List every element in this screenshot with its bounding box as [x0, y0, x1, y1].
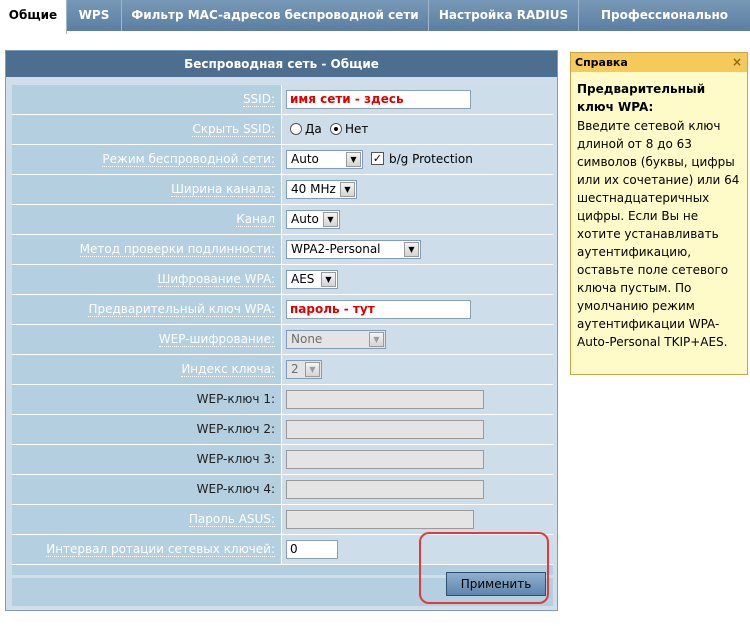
- wpa-psk-label[interactable]: Предварительный ключ WPA:: [88, 302, 275, 317]
- asus-password-label[interactable]: Пароль ASUS:: [188, 512, 275, 527]
- close-icon[interactable]: ×: [732, 53, 742, 72]
- wep-key-3-input[interactable]: [286, 450, 484, 469]
- row-auth-method: Метод проверки подлинности: WPA2-Persona…: [12, 235, 553, 265]
- hide-ssid-no-label: Нет: [345, 122, 369, 136]
- wep-encryption-select[interactable]: None ▼: [286, 330, 386, 349]
- wep-key-4-input[interactable]: [286, 480, 484, 499]
- wireless-mode-value: Auto: [291, 152, 319, 166]
- row-wpa-psk: Предварительный ключ WPA: пароль - тут: [12, 295, 553, 325]
- wpa-encryption-select[interactable]: AES ▼: [286, 270, 338, 289]
- row-wep-key-3: WEP-ключ 3:: [12, 445, 553, 475]
- wep-key-2-input[interactable]: [286, 420, 484, 439]
- tab-professional[interactable]: Профессионально: [579, 0, 750, 31]
- chevron-down-icon: ▼: [305, 362, 320, 377]
- channel-label[interactable]: Канал: [236, 212, 275, 227]
- row-wep-key-1: WEP-ключ 1:: [12, 385, 553, 415]
- chevron-down-icon: ▼: [321, 272, 336, 287]
- channel-select[interactable]: Auto ▼: [286, 210, 340, 229]
- bg-protection-label: b/g Protection: [389, 152, 473, 166]
- row-key-index: Индекс ключа: 2 ▼: [12, 355, 553, 385]
- hide-ssid-no-radio[interactable]: [330, 123, 342, 135]
- wireless-mode-select[interactable]: Auto ▼: [286, 150, 363, 169]
- tab-general[interactable]: Общие: [0, 0, 67, 34]
- key-index-select[interactable]: 2 ▼: [286, 360, 322, 379]
- wpa-psk-input[interactable]: пароль - тут: [286, 300, 471, 319]
- help-header-title: Справка: [575, 56, 628, 69]
- wep-encryption-value: None: [291, 332, 323, 346]
- wep-key-1-label: WEP-ключ 1:: [196, 392, 275, 406]
- row-wep-encryption: WEP-шифрование: None ▼: [12, 325, 553, 355]
- wep-key-2-label: WEP-ключ 2:: [196, 422, 275, 436]
- help-title: Предварительный ключ WPA:: [577, 82, 706, 114]
- wireless-general-panel: Беспроводная сеть - Общие SSID: имя сети…: [5, 50, 558, 611]
- chevron-down-icon: ▼: [369, 332, 384, 347]
- row-wep-key-4: WEP-ключ 4:: [12, 475, 553, 505]
- wpa-encryption-label[interactable]: Шифрование WPA:: [157, 272, 275, 287]
- ssid-label[interactable]: SSID:: [242, 92, 275, 107]
- key-index-value: 2: [291, 362, 299, 376]
- hide-ssid-yes-label: Да: [305, 122, 322, 136]
- channel-width-value: 40 MHz: [291, 182, 336, 196]
- tab-radius[interactable]: Настройка RADIUS: [429, 0, 579, 31]
- row-wireless-mode: Режим беспроводной сети: Auto ▼ ✓ b/g Pr…: [12, 145, 553, 175]
- panel-title: Беспроводная сеть - Общие: [6, 51, 557, 77]
- key-rotation-input[interactable]: 0: [286, 540, 338, 559]
- bg-protection-checkbox[interactable]: ✓: [371, 152, 384, 165]
- wireless-mode-label[interactable]: Режим беспроводной сети:: [102, 152, 275, 167]
- row-channel: Канал Auto ▼: [12, 205, 553, 235]
- wep-key-3-label: WEP-ключ 3:: [196, 452, 275, 466]
- row-ssid: SSID: имя сети - здесь: [12, 85, 553, 115]
- auth-method-value: WPA2-Personal: [291, 242, 381, 256]
- row-wep-key-2: WEP-ключ 2:: [12, 415, 553, 445]
- row-channel-width: Ширина канала: 40 MHz ▼: [12, 175, 553, 205]
- row-wpa-encryption: Шифрование WPA: AES ▼: [12, 265, 553, 295]
- tab-wps[interactable]: WPS: [67, 0, 122, 31]
- auth-method-select[interactable]: WPA2-Personal ▼: [286, 240, 421, 259]
- channel-width-select[interactable]: 40 MHz ▼: [286, 180, 357, 199]
- hide-ssid-label[interactable]: Скрыть SSID:: [192, 122, 275, 137]
- help-panel: Справка × Предварительный ключ WPA: Введ…: [570, 52, 748, 375]
- tab-bar: Общие WPS Фильтр MAC-адресов беспроводно…: [0, 0, 750, 34]
- channel-value: Auto: [291, 212, 319, 226]
- wep-encryption-label[interactable]: WEP-шифрование:: [158, 332, 275, 347]
- settings-form: SSID: имя сети - здесь Скрыть SSID: Да Н…: [12, 85, 553, 575]
- ssid-input[interactable]: имя сети - здесь: [286, 90, 471, 109]
- chevron-down-icon: ▼: [323, 212, 338, 227]
- tab-mac-filter[interactable]: Фильтр MAC-адресов беспроводной сети: [122, 0, 429, 31]
- help-header: Справка ×: [571, 53, 747, 72]
- wep-key-4-label: WEP-ключ 4:: [196, 482, 275, 496]
- channel-width-label[interactable]: Ширина канала:: [171, 182, 275, 197]
- highlight-circle: [419, 532, 549, 604]
- hide-ssid-yes-radio[interactable]: [290, 123, 302, 135]
- help-body: Введите сетевой ключ длиной от 8 до 63 с…: [577, 119, 740, 349]
- row-asus-password: Пароль ASUS:: [12, 505, 553, 535]
- wep-key-1-input[interactable]: [286, 390, 484, 409]
- chevron-down-icon: ▼: [340, 182, 355, 197]
- key-index-label[interactable]: Индекс ключа:: [181, 362, 275, 377]
- auth-method-label[interactable]: Метод проверки подлинности:: [79, 242, 275, 257]
- row-hide-ssid: Скрыть SSID: Да Нет: [12, 115, 553, 145]
- chevron-down-icon: ▼: [404, 242, 419, 257]
- asus-password-input[interactable]: [286, 510, 474, 529]
- chevron-down-icon: ▼: [346, 152, 361, 167]
- key-rotation-label[interactable]: Интервал ротации сетевых ключей:: [46, 542, 275, 557]
- wpa-encryption-value: AES: [291, 272, 315, 286]
